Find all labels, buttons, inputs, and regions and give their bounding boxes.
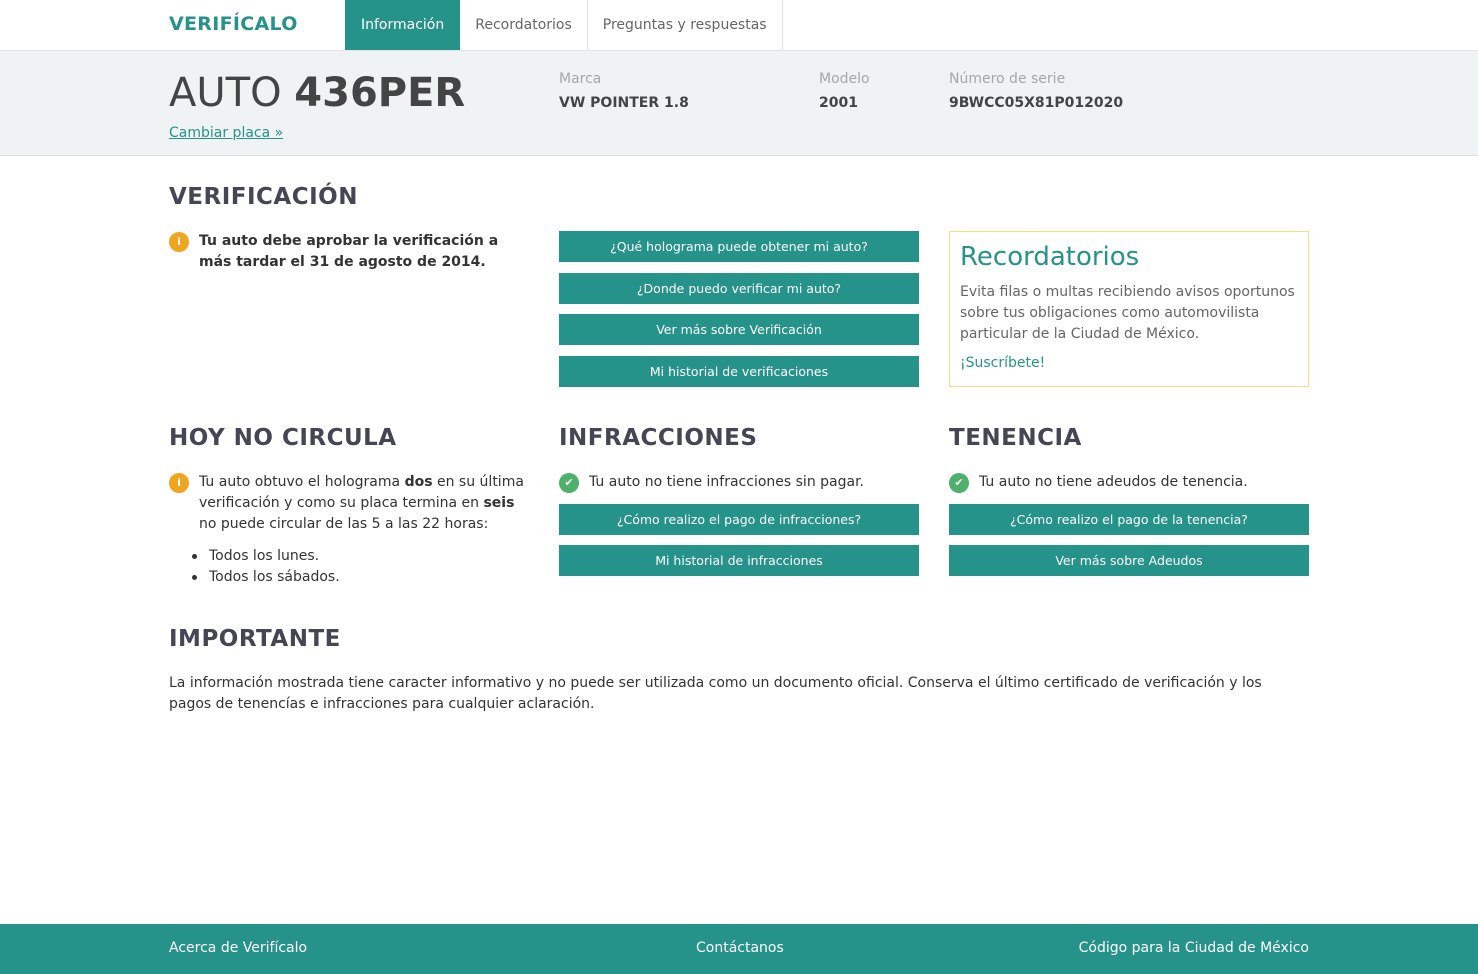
tenencia-title: TENENCIA: [949, 425, 1082, 451]
infracciones-status: Tu auto no tiene infracciones sin pagar.: [589, 474, 864, 490]
more-debts-button[interactable]: Ver más sobre Adeudos: [949, 545, 1309, 576]
tab-recordatorios[interactable]: Recordatorios: [460, 0, 588, 50]
list-item: Todos los sábados.: [191, 567, 340, 588]
brand-value: VW POINTER 1.8: [559, 95, 689, 111]
hologram-question-button[interactable]: ¿Qué holograma puede obtener mi auto?: [559, 231, 919, 262]
vehicle-brand: Marca VW POINTER 1.8: [559, 71, 689, 111]
brand-logo[interactable]: VERIFÍCALO: [169, 13, 298, 35]
verificacion-notice: Tu auto debe aprobar la verificación a m…: [199, 233, 499, 270]
footer-about-link[interactable]: Acerca de Verifícalo: [169, 940, 307, 956]
vehicle-serial: Número de serie 9BWCC05X81P012020: [949, 71, 1123, 111]
plate-number: 436PER: [294, 70, 466, 116]
where-verify-button[interactable]: ¿Donde puedo verificar mi auto?: [559, 273, 919, 304]
serial-value: 9BWCC05X81P012020: [949, 95, 1124, 111]
hnc-text-3: no puede circular de las 5 a las 22 hora…: [199, 516, 489, 532]
footer-contact-link[interactable]: Contáctanos: [696, 940, 784, 956]
change-plate-link[interactable]: Cambiar placa »: [169, 125, 283, 141]
title-prefix: AUTO: [169, 70, 282, 116]
check-icon: ✔: [559, 473, 579, 493]
reminders-text: Evita filas o multas recibiendo avisos o…: [960, 284, 1295, 342]
footer: Acerca de Verifícalo Contáctanos Código …: [0, 924, 1478, 974]
hoy-no-circula-text: Tu auto obtuvo el holograma dos en su úl…: [199, 472, 534, 535]
vehicle-header: AUTO 436PER Cambiar placa » Marca VW POI…: [0, 51, 1478, 156]
model-label: Modelo: [819, 71, 870, 87]
check-icon: ✔: [949, 473, 969, 493]
list-item: Todos los lunes.: [191, 546, 340, 567]
verification-history-button[interactable]: Mi historial de verificaciones: [559, 356, 919, 387]
verificacion-title: VERIFICACIÓN: [169, 184, 358, 210]
footer-code-link[interactable]: Código para la Ciudad de México: [1079, 940, 1309, 956]
tab-informacion[interactable]: Información: [345, 0, 461, 50]
model-value: 2001: [819, 95, 858, 111]
vehicle-model: Modelo 2001: [819, 71, 870, 111]
main-nav: Información Recordatorios Preguntas y re…: [345, 0, 783, 50]
hologram-value: dos: [404, 474, 433, 490]
tab-preguntas[interactable]: Preguntas y respuestas: [588, 0, 783, 50]
hoy-no-circula-title: HOY NO CIRCULA: [169, 425, 397, 451]
pay-tenencia-button[interactable]: ¿Cómo realizo el pago de la tenencia?: [949, 504, 1309, 535]
page-title: AUTO 436PER: [169, 69, 465, 117]
pay-infractions-button[interactable]: ¿Cómo realizo el pago de infracciones?: [559, 504, 919, 535]
reminders-title: Recordatorios: [960, 242, 1140, 272]
subscribe-link[interactable]: ¡Suscríbete!: [960, 355, 1045, 371]
infractions-history-button[interactable]: Mi historial de infracciones: [559, 545, 919, 576]
top-navbar: VERIFÍCALO Información Recordatorios Pre…: [0, 0, 1478, 51]
info-icon: i: [169, 473, 189, 493]
serial-label: Número de serie: [949, 71, 1066, 87]
importante-text: La información mostrada tiene caracter i…: [169, 675, 1262, 712]
tenencia-status: Tu auto no tiene adeudos de tenencia.: [979, 474, 1248, 490]
importante-title: IMPORTANTE: [169, 626, 341, 652]
plate-ending-value: seis: [483, 495, 515, 511]
hnc-text-1: Tu auto obtuvo el holograma: [199, 474, 405, 490]
brand-label: Marca: [559, 71, 602, 87]
reminders-box: Recordatorios Evita filas o multas recib…: [949, 231, 1309, 387]
more-verification-button[interactable]: Ver más sobre Verificación: [559, 314, 919, 345]
restricted-days-list: Todos los lunes. Todos los sábados.: [191, 546, 340, 588]
infracciones-title: INFRACCIONES: [559, 425, 758, 451]
info-icon: i: [169, 232, 189, 252]
